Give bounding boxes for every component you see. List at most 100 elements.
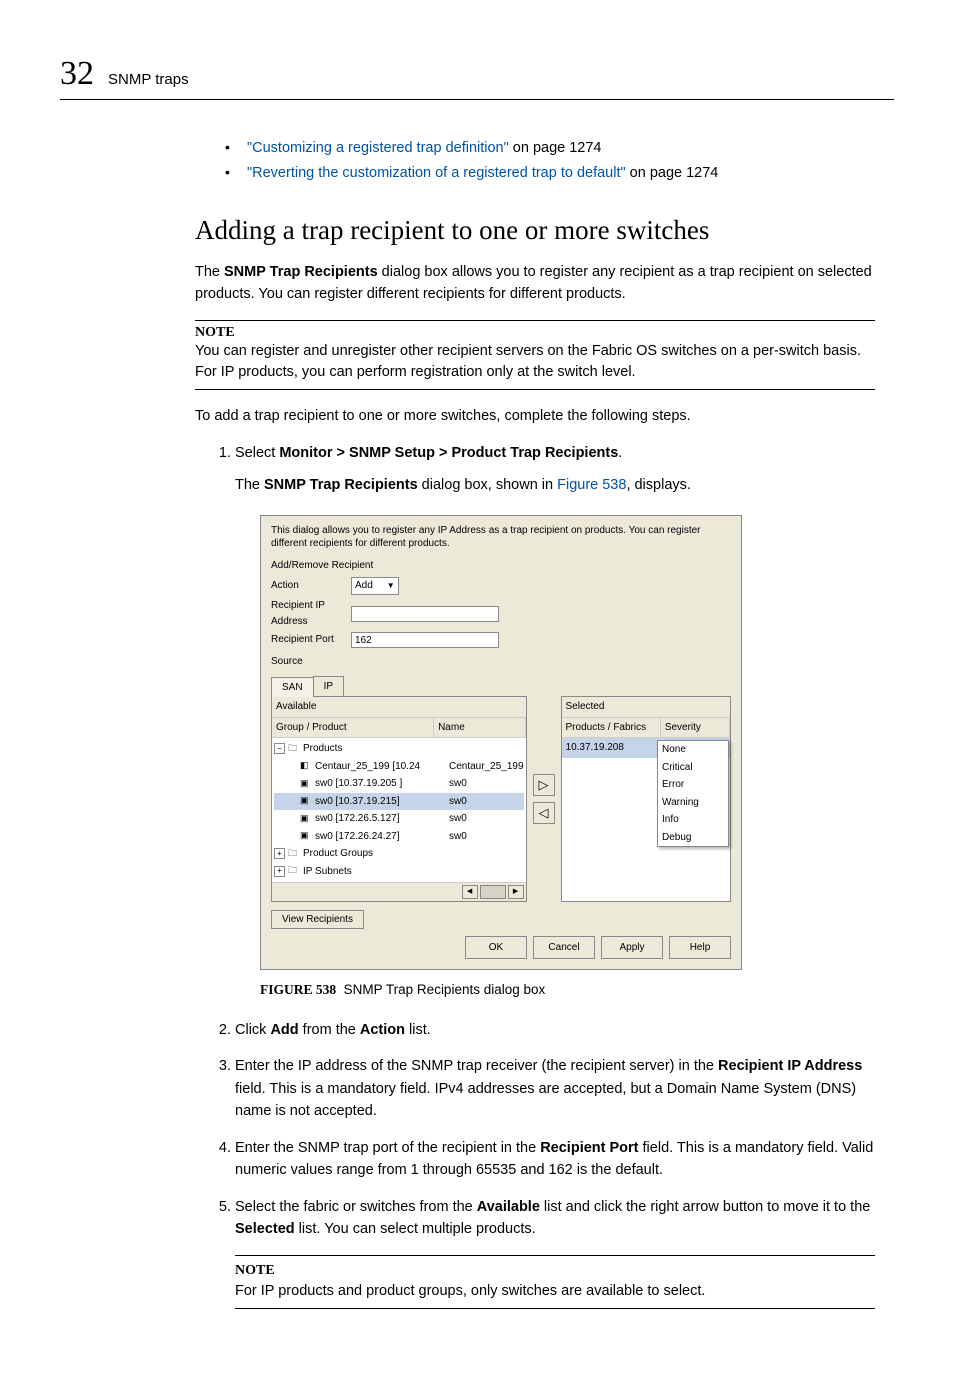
text: list and click the right arrow button to…	[540, 1199, 870, 1215]
move-right-button[interactable]: ▷	[533, 774, 555, 796]
help-button[interactable]: Help	[669, 936, 731, 960]
bullet-item: "Reverting the customization of a regist…	[225, 161, 875, 186]
folder-icon: 🗀	[288, 864, 300, 878]
action-row: Action Add ▼	[271, 577, 731, 595]
ip-row: Recipient IP Address	[271, 598, 731, 629]
bullet-list: "Customizing a registered trap definitio…	[225, 136, 875, 185]
section-heading: Adding a trap recipient to one or more s…	[195, 215, 875, 246]
severity-option[interactable]: None	[658, 741, 728, 759]
scroll-track[interactable]	[480, 885, 506, 899]
col-name: Name	[434, 718, 525, 738]
text: .	[618, 445, 622, 461]
scroll-right-icon[interactable]: ▶	[508, 885, 524, 899]
tab-san[interactable]: SAN	[271, 677, 314, 698]
severity-option[interactable]: Warning	[658, 794, 728, 812]
cancel-button[interactable]: Cancel	[533, 936, 595, 960]
link-customizing[interactable]: "Customizing a registered trap definitio…	[247, 140, 509, 156]
move-left-button[interactable]: ◁	[533, 802, 555, 824]
chapter-number: 32	[60, 55, 94, 93]
recipient-port-input[interactable]: 162	[351, 632, 499, 648]
tree-item[interactable]: ▣ sw0 [10.37.19.205 ] sw0	[274, 775, 524, 793]
tree-label: Products	[303, 741, 342, 757]
col-severity: Severity	[661, 718, 730, 738]
switch-icon: ▣	[300, 794, 312, 808]
tree-root[interactable]: − 🗀 Products	[274, 740, 524, 758]
transfer-buttons: ▷ ◁	[533, 696, 555, 902]
text-bold: Action	[360, 1022, 405, 1038]
tab-ip[interactable]: IP	[313, 676, 344, 697]
tree-item[interactable]: ▣ sw0 [172.26.24.27] sw0	[274, 828, 524, 846]
text: dialog box, shown in	[418, 477, 557, 493]
recipient-ip-input[interactable]	[351, 606, 499, 622]
recipient-ip-label: Recipient IP Address	[271, 598, 351, 629]
page-header: 32 SNMP traps	[60, 55, 894, 100]
view-recipients-row: View Recipients	[271, 912, 731, 928]
tree-item[interactable]: ▣ sw0 [172.26.5.127] sw0	[274, 810, 524, 828]
text: The	[195, 264, 224, 280]
action-dropdown[interactable]: Add ▼	[351, 577, 399, 595]
link-reverting[interactable]: "Reverting the customization of a regist…	[247, 165, 626, 181]
text: Enter the IP address of the SNMP trap re…	[235, 1058, 718, 1074]
dialog-button-row: OK Cancel Apply Help	[271, 936, 731, 960]
text: field. This is a mandatory field. IPv4 a…	[235, 1081, 856, 1119]
ok-button[interactable]: OK	[465, 936, 527, 960]
severity-option[interactable]: Critical	[658, 759, 728, 777]
tree-label: sw0 [172.26.5.127]	[315, 811, 445, 827]
tree-group[interactable]: + 🗀 IP Subnets	[274, 863, 524, 881]
bullet-item: "Customizing a registered trap definitio…	[225, 136, 875, 161]
switch-icon: ▣	[300, 777, 312, 791]
selected-header: Selected	[562, 697, 730, 717]
bullet-text: on page 1274	[509, 140, 602, 156]
view-recipients-button[interactable]: View Recipients	[271, 910, 364, 929]
text: Click	[235, 1022, 270, 1038]
switch-icon: ▣	[300, 812, 312, 826]
text: The	[235, 477, 264, 493]
intro-paragraph: The SNMP Trap Recipients dialog box allo…	[195, 262, 875, 306]
expand-icon[interactable]: +	[274, 848, 285, 859]
severity-option[interactable]: Info	[658, 811, 728, 829]
recipient-port-label: Recipient Port	[271, 632, 351, 648]
selected-ip: 10.37.19.208	[562, 738, 661, 758]
header-title: SNMP traps	[108, 71, 189, 90]
port-row: Recipient Port 162	[271, 632, 731, 648]
tree-value: sw0	[445, 794, 467, 810]
step-item: Enter the IP address of the SNMP trap re…	[235, 1055, 875, 1122]
input-value: 162	[355, 635, 372, 646]
apply-button[interactable]: Apply	[601, 936, 663, 960]
scrollbar-horizontal[interactable]: ◀ ▶	[272, 882, 526, 901]
figure-link[interactable]: Figure 538	[557, 477, 626, 493]
figure-number: FIGURE 538	[260, 982, 336, 997]
switch-icon: ▣	[300, 829, 312, 843]
tree-group[interactable]: + 🗀 Product Groups	[274, 845, 524, 863]
source-tabs: SAN IP	[271, 676, 731, 697]
tree-label: sw0 [172.26.24.27]	[315, 829, 445, 845]
tree-item-selected[interactable]: ▣ sw0 [10.37.19.215] sw0	[274, 793, 524, 811]
section-label: Add/Remove Recipient	[271, 558, 731, 574]
collapse-icon[interactable]: −	[274, 743, 285, 754]
expand-icon[interactable]: +	[274, 866, 285, 877]
dialog-snmp-trap-recipients: This dialog allows you to register any I…	[260, 515, 742, 971]
note-label: NOTE	[195, 325, 875, 341]
note-text: For IP products and product groups, only…	[235, 1281, 875, 1302]
note-label: NOTE	[235, 1260, 875, 1282]
severity-option[interactable]: Debug	[658, 829, 728, 847]
text-bold: SNMP Trap Recipients	[224, 264, 378, 280]
steps-list: Select Monitor > SNMP Setup > Product Tr…	[195, 442, 875, 1310]
tree-label: Product Groups	[303, 846, 373, 862]
severity-dropdown[interactable]: None Critical Error Warning Info Debug	[657, 740, 729, 847]
chevron-down-icon: ▼	[387, 580, 395, 592]
note-box: NOTE For IP products and product groups,…	[235, 1255, 875, 1310]
available-tree[interactable]: − 🗀 Products ◧ Centaur_25_199 [10.24 Cen…	[272, 738, 526, 882]
col-products-fabrics: Products / Fabrics	[562, 718, 661, 738]
device-icon: ◧	[300, 759, 312, 773]
severity-option[interactable]: Error	[658, 776, 728, 794]
figure-caption: FIGURE 538 SNMP Trap Recipients dialog b…	[260, 980, 875, 1001]
dual-list: Available Group / Product Name − 🗀	[271, 696, 731, 902]
scroll-left-icon[interactable]: ◀	[462, 885, 478, 899]
menu-path: Monitor > SNMP Setup > Product Trap Reci…	[279, 445, 618, 461]
text: Enter the SNMP trap port of the recipien…	[235, 1140, 540, 1156]
step-item: Select the fabric or switches from the A…	[235, 1196, 875, 1310]
step-item: Click Add from the Action list.	[235, 1019, 875, 1041]
tree-item[interactable]: ◧ Centaur_25_199 [10.24 Centaur_25_199	[274, 758, 524, 776]
tree-value: Centaur_25_199	[445, 759, 524, 775]
